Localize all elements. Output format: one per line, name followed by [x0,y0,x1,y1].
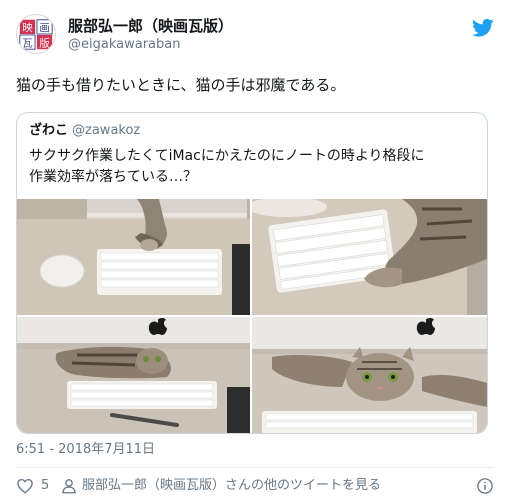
author-display-name[interactable]: 服部弘一郎（映画瓦版） [68,16,233,36]
avatar-logo: 映 画 瓦 版 [17,15,55,53]
svg-text:版: 版 [39,36,50,49]
photo-1[interactable] [17,199,250,315]
author-handle[interactable]: @eigakawaraban [68,36,233,54]
quoted-author-name: ざわこ [29,123,69,138]
tweet-timestamp[interactable]: 6:51 - 2018年7月11日 [16,441,155,459]
photo-3[interactable] [17,317,250,433]
footer-divider [16,467,494,468]
photo-4-image [252,317,487,433]
quoted-author: ざわこ @zawakoz [29,122,140,140]
quoted-author-handle: @zawakoz [72,123,141,138]
avatar[interactable]: 映 画 瓦 版 [16,14,56,54]
heart-icon[interactable] [16,477,34,495]
quoted-text-line-1: サクサク作業したくてiMacにかえたのにノートの時より格段に [29,148,425,164]
photo-2[interactable] [252,199,487,315]
more-tweets-link[interactable]: 服部弘一郎（映画瓦版）さんの他のツイートを見る [82,477,381,495]
quoted-text-line-2: 作業効率が落ちている…？ [29,169,197,185]
photo-2-image [252,199,487,315]
photo-4[interactable] [252,317,487,433]
svg-text:瓦: 瓦 [22,37,32,49]
twitter-bird-icon[interactable] [472,18,494,38]
author-names: 服部弘一郎（映画瓦版） @eigakawaraban [68,16,233,54]
svg-text:画: 画 [39,22,49,34]
tweet-text: 猫の手も借りたいときに、猫の手は邪魔である。 [16,76,346,94]
quoted-text: サクサク作業したくてiMacにかえたのにノートの時より格段に 作業効率が落ちてい… [29,146,479,188]
like-count: 5 [41,478,50,493]
photo-1-image [17,199,250,315]
tweet-footer: 5 服部弘一郎（映画瓦版）さんの他のツイートを見る [16,474,494,498]
photo-grid [17,199,487,433]
info-icon[interactable] [476,477,494,495]
quoted-tweet[interactable]: ざわこ @zawakoz サクサク作業したくてiMacにかえたのにノートの時より格… [16,112,488,434]
photo-3-image [17,317,250,433]
person-icon [62,479,76,494]
svg-text:映: 映 [22,22,33,34]
tweet-header: 映 画 瓦 版 服部弘一郎（映画瓦版） @eigakawaraban [16,10,494,60]
